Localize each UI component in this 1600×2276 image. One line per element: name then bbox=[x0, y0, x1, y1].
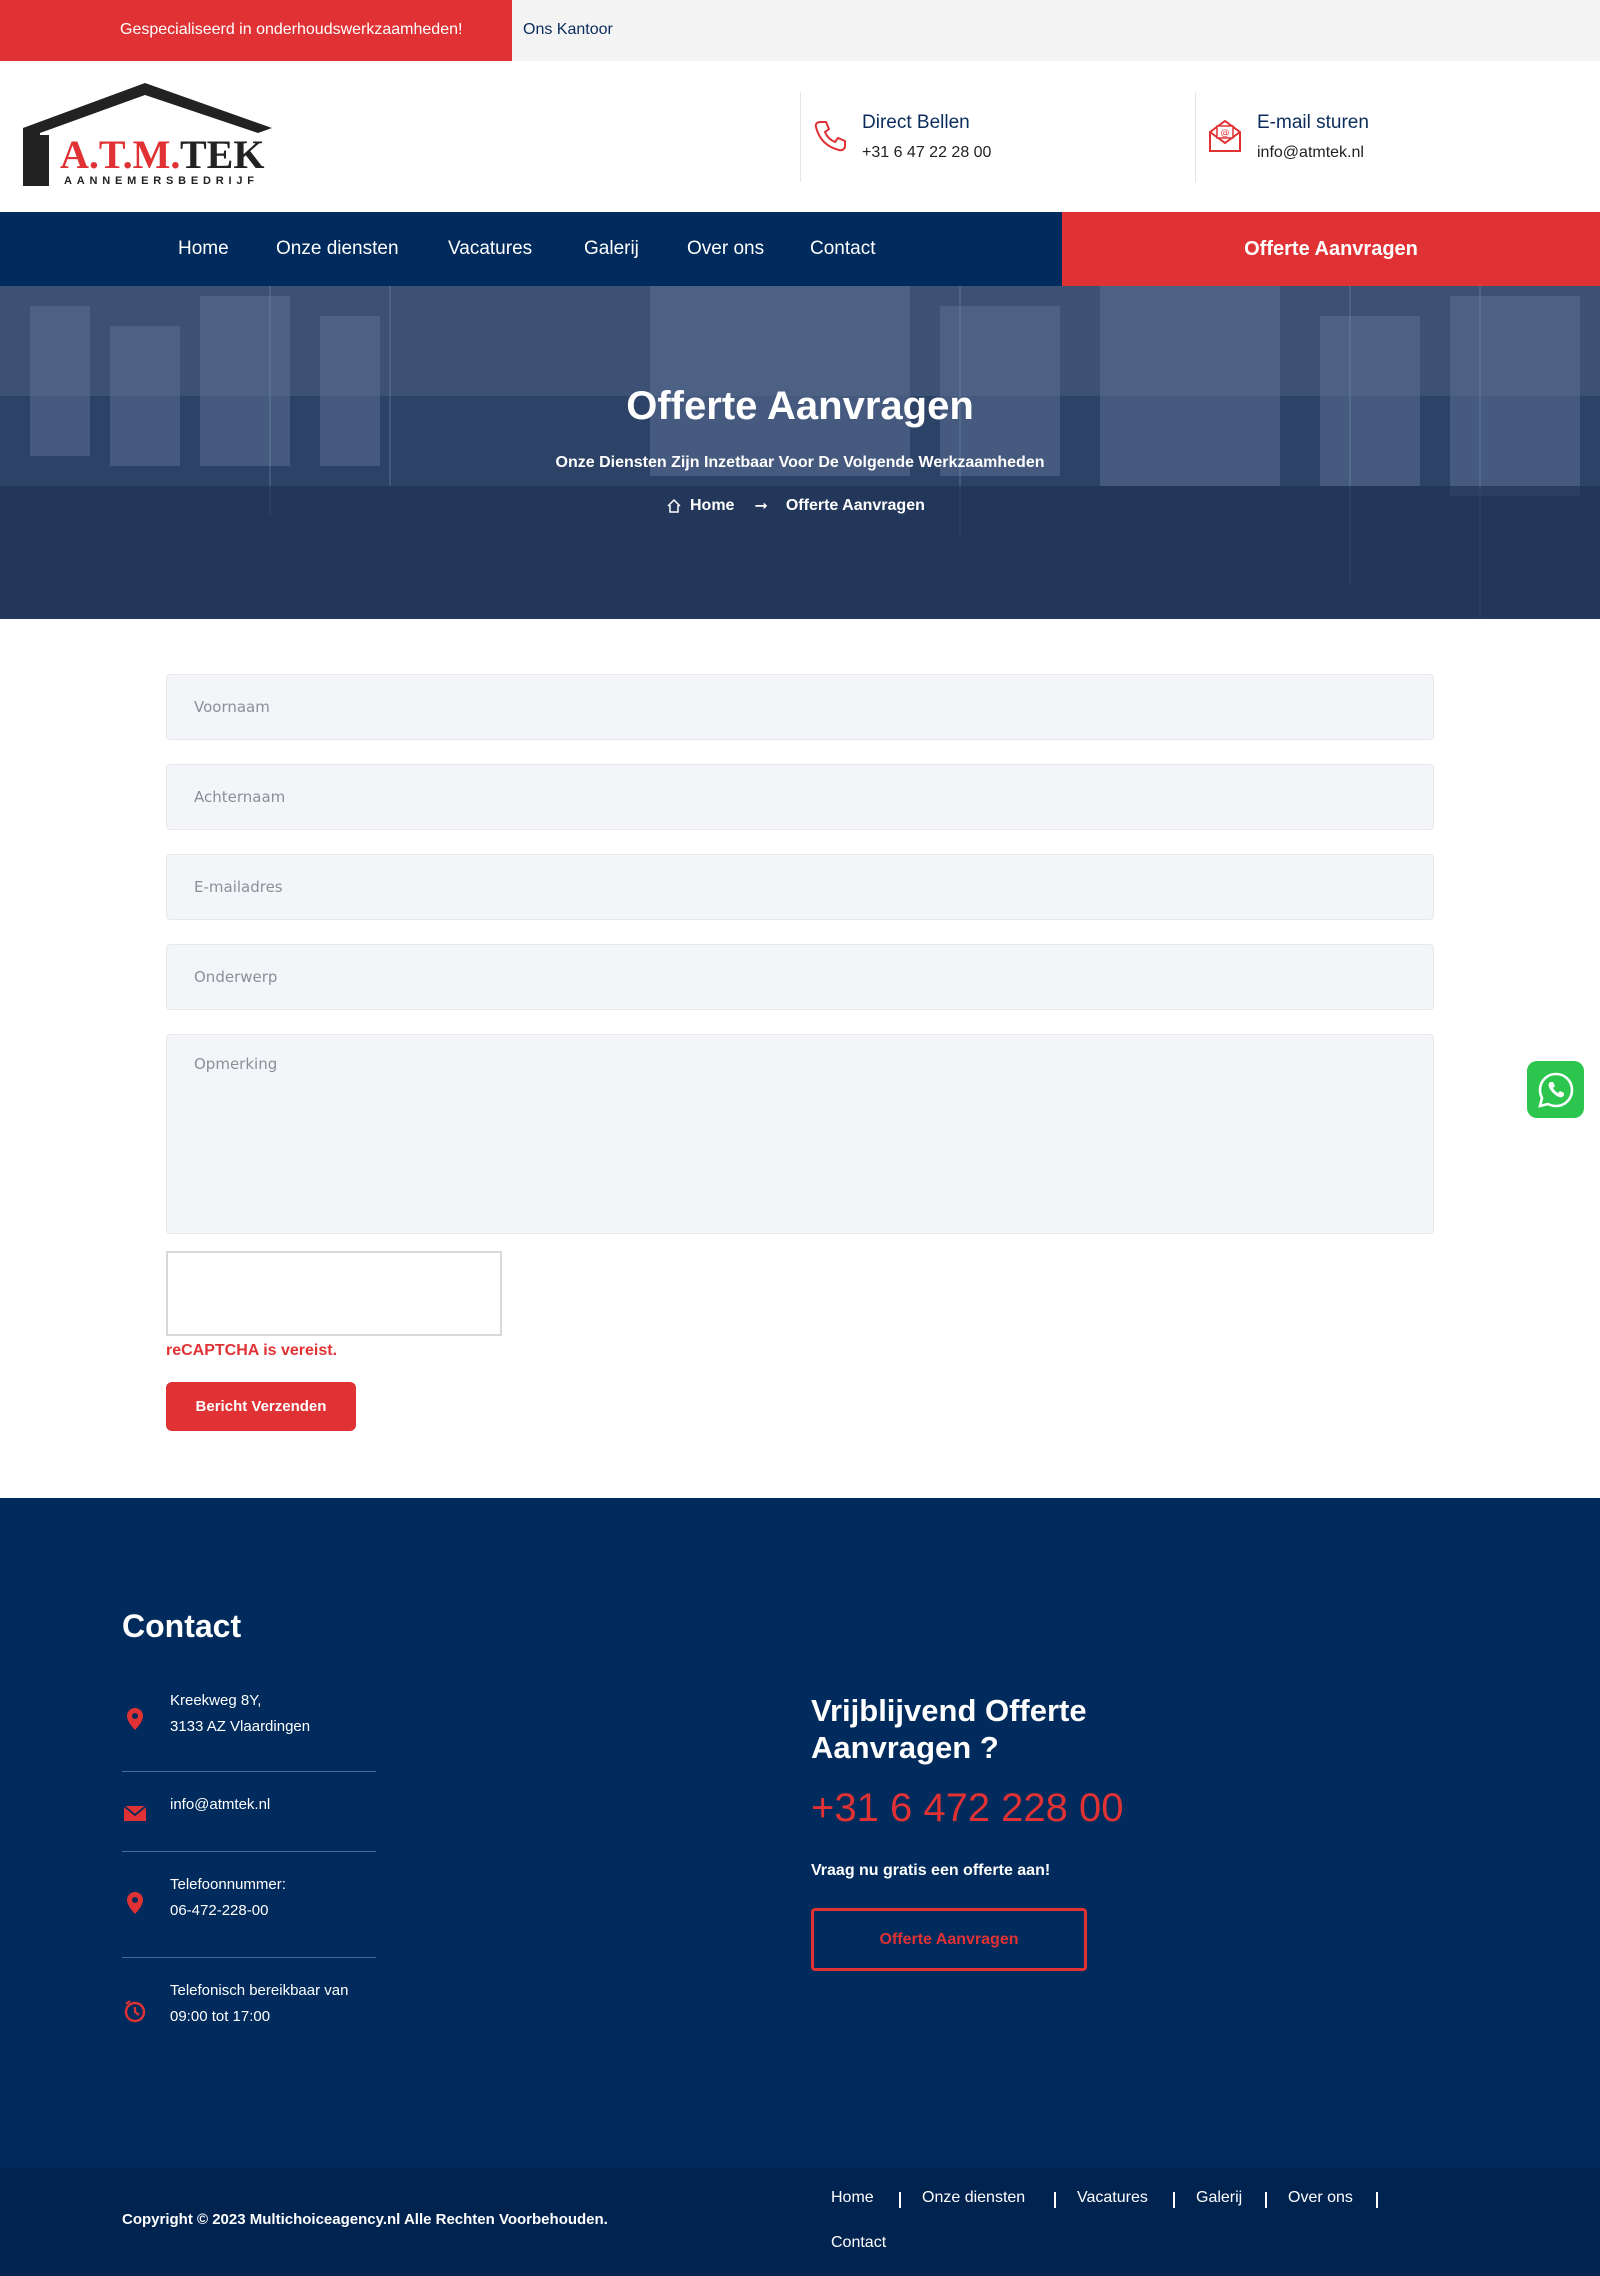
footer-cta-subtitle: Vraag nu gratis een offerte aan! bbox=[811, 1862, 1051, 1879]
footer-quote-button[interactable]: Offerte Aanvragen bbox=[811, 1908, 1087, 1971]
whatsapp-button[interactable] bbox=[1527, 1061, 1584, 1118]
whatsapp-icon bbox=[1537, 1072, 1573, 1108]
footer-divider bbox=[122, 1957, 376, 1958]
arrow-right-icon: ➞ bbox=[754, 498, 768, 515]
logo-text-tek: TEK bbox=[180, 132, 264, 177]
footer-divider bbox=[122, 1851, 376, 1852]
home-icon bbox=[667, 498, 681, 513]
email-title: E-mail sturen bbox=[1257, 112, 1369, 133]
mail-icon bbox=[123, 1805, 147, 1821]
footer-link-galerij[interactable]: Galerij bbox=[1196, 2189, 1242, 2207]
page-title: Offerte Aanvragen bbox=[626, 384, 974, 428]
top-bar: Gespecialiseerd in onderhoudswerkzaamhed… bbox=[0, 0, 1600, 61]
phone-icon bbox=[814, 121, 846, 152]
breadcrumb-home[interactable]: Home bbox=[690, 497, 734, 515]
location-pin-icon bbox=[127, 1708, 143, 1730]
top-bar-tagline-area: Gespecialiseerd in onderhoudswerkzaamhed… bbox=[0, 0, 512, 61]
direct-call-title: Direct Bellen bbox=[862, 112, 970, 133]
nav-item-home[interactable]: Home bbox=[178, 238, 229, 260]
footer-divider bbox=[122, 1771, 376, 1772]
footer-cta-title: Vrijblijvend Offerte Aanvragen ? bbox=[811, 1693, 1087, 1765]
footer-link-separator bbox=[1054, 2192, 1056, 2208]
clock-icon bbox=[124, 2000, 146, 2023]
recaptcha-box[interactable] bbox=[166, 1251, 502, 1336]
nav-item-galerij[interactable]: Galerij bbox=[584, 238, 639, 260]
page-subtitle: Onze Diensten Zijn Inzetbaar Voor De Vol… bbox=[555, 454, 1045, 471]
recaptcha-error: reCAPTCHA is vereist. bbox=[166, 1342, 338, 1359]
top-bar-tagline: Gespecialiseerd in onderhoudswerkzaamhed… bbox=[120, 21, 463, 38]
submit-button[interactable]: Bericht Verzenden bbox=[166, 1382, 356, 1431]
location-pin-icon bbox=[127, 1892, 143, 1914]
nav-item-onze-diensten[interactable]: Onze diensten bbox=[276, 238, 399, 260]
logo-text-atm: A.T.M. bbox=[60, 132, 180, 177]
address-line-1: Kreekweg 8Y, bbox=[170, 1692, 262, 1709]
lastname-input[interactable] bbox=[166, 764, 1434, 830]
nav-quote-button[interactable]: Offerte Aanvragen bbox=[1062, 212, 1600, 286]
office-link[interactable]: Ons Kantoor bbox=[523, 21, 613, 39]
header-divider bbox=[1195, 92, 1196, 182]
footer-email-text[interactable]: info@atmtek.nl bbox=[170, 1792, 270, 1818]
nav-item-over-ons[interactable]: Over ons bbox=[687, 238, 764, 260]
footer-link-over-ons[interactable]: Over ons bbox=[1288, 2189, 1353, 2207]
footer-link-separator bbox=[899, 2192, 901, 2208]
subject-input[interactable] bbox=[166, 944, 1434, 1010]
hours-line-1: Telefonisch bereikbaar van bbox=[170, 1982, 349, 1999]
hero-background-image bbox=[0, 286, 1600, 619]
nav-item-contact[interactable]: Contact bbox=[810, 238, 875, 260]
breadcrumb-current: Offerte Aanvragen bbox=[785, 497, 925, 514]
email-input[interactable] bbox=[166, 854, 1434, 920]
footer-link-home[interactable]: Home bbox=[831, 2189, 874, 2207]
hours-line-2: 09:00 tot 17:00 bbox=[170, 2008, 271, 2025]
footer-link-vacatures[interactable]: Vacatures bbox=[1077, 2189, 1148, 2207]
logo[interactable]: A.T.M. TEK AANNEMERSBEDRIJF bbox=[20, 83, 276, 188]
copyright-text: Copyright © 2023 Multichoiceagency.nl Al… bbox=[122, 2211, 608, 2228]
footer-cta-phone[interactable]: +31 6 472 228 00 bbox=[811, 1786, 1124, 1831]
remark-textarea[interactable] bbox=[166, 1034, 1434, 1234]
nav-item-vacatures[interactable]: Vacatures bbox=[448, 238, 532, 260]
footer bbox=[0, 1498, 1600, 2168]
hero-banner: Offerte Aanvragen Onze Diensten Zijn Inz… bbox=[0, 286, 1600, 619]
footer-link-contact[interactable]: Contact bbox=[831, 2234, 886, 2252]
footer-contact-title: Contact bbox=[122, 1608, 242, 1644]
phone-label: Telefoonnummer: bbox=[170, 1876, 286, 1893]
footer-link-separator bbox=[1265, 2192, 1267, 2208]
breadcrumb: Home ➞ Offerte Aanvragen bbox=[666, 496, 925, 516]
phone-value[interactable]: 06-472-228-00 bbox=[170, 1898, 286, 1924]
envelope-icon: @ bbox=[1209, 119, 1241, 152]
direct-call-number[interactable]: +31 6 47 22 28 00 bbox=[862, 144, 991, 162]
svg-text:@: @ bbox=[1221, 129, 1230, 139]
firstname-input[interactable] bbox=[166, 674, 1434, 740]
email-address[interactable]: info@atmtek.nl bbox=[1257, 144, 1364, 162]
logo-subtext: AANNEMERSBEDRIJF bbox=[64, 175, 259, 187]
footer-link-onze-diensten[interactable]: Onze diensten bbox=[922, 2189, 1025, 2207]
footer-link-separator bbox=[1173, 2192, 1175, 2208]
header-divider bbox=[800, 92, 801, 182]
footer-link-separator bbox=[1376, 2192, 1378, 2208]
address-line-2: 3133 AZ Vlaardingen bbox=[170, 1718, 311, 1735]
